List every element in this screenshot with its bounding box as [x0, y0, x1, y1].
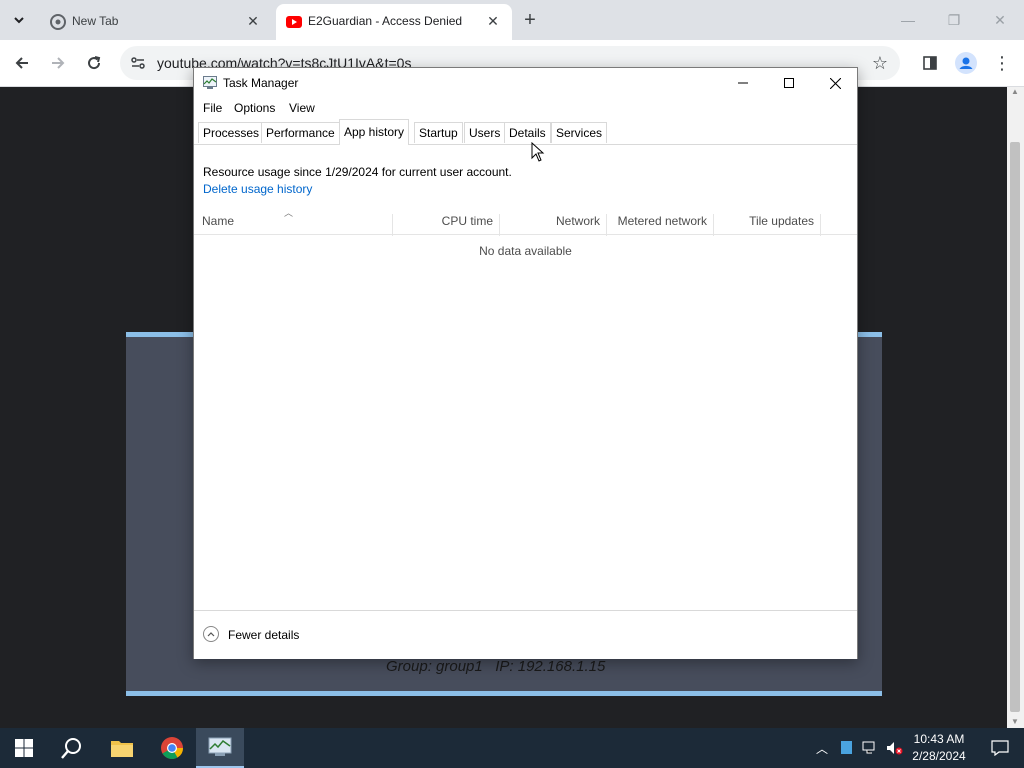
column-metered-network-label: Metered network [617, 214, 707, 228]
column-header-row: ︿ Name CPU time Network Metered network … [194, 208, 857, 236]
column-tile-updates[interactable]: Tile updates [714, 214, 821, 236]
network-icon[interactable] [862, 741, 878, 755]
menu-file[interactable]: File [203, 101, 222, 115]
task-manager-icon [208, 737, 232, 756]
star-icon: ☆ [871, 52, 889, 73]
tab-bar: Processes Performance App history Startu… [194, 119, 857, 145]
start-button[interactable] [0, 728, 48, 768]
scrollbar-thumb[interactable] [1010, 142, 1020, 712]
column-cpu-time[interactable]: CPU time [393, 214, 500, 236]
scroll-down-icon[interactable]: ▼ [1011, 717, 1019, 726]
notification-app-icon[interactable] [841, 741, 852, 754]
avatar-icon [955, 52, 977, 74]
search-button[interactable] [48, 728, 96, 768]
browser-tab-strip: New Tab ✕ E2Guardian - Access Denied ✕ +… [0, 0, 1024, 40]
windows-taskbar: ︿ 10:43 AM 2/28/2024 [0, 728, 1024, 768]
tab-search-button[interactable] [6, 7, 32, 33]
group-ip-line: Group: group1 IP: 192.168.1.15 [386, 658, 606, 675]
maximize-icon [784, 78, 794, 88]
tab-services[interactable]: Services [551, 122, 608, 143]
resource-usage-text: Resource usage since 1/29/2024 for curre… [203, 165, 512, 179]
fewer-details-chevron-up-icon[interactable] [203, 626, 219, 642]
task-manager-titlebar[interactable]: Task Manager [194, 68, 857, 98]
close-tab-icon[interactable]: ✕ [244, 12, 262, 30]
menu-bar: File Options View [194, 98, 857, 118]
clock-date: 2/28/2024 [912, 749, 966, 763]
site-info-icon[interactable] [130, 55, 146, 71]
show-hidden-icons-chevron-icon[interactable]: ︿ [816, 740, 828, 757]
fewer-details-button[interactable]: Fewer details [228, 628, 299, 642]
tab-startup[interactable]: Startup [414, 122, 463, 143]
back-button[interactable] [10, 51, 34, 75]
chrome-taskbar-button[interactable] [148, 728, 196, 768]
close-tab-icon[interactable]: ✕ [484, 12, 502, 30]
browser-tab-access-denied[interactable]: E2Guardian - Access Denied ✕ [276, 4, 512, 40]
side-panel-icon [923, 56, 937, 70]
tab-performance[interactable]: Performance [261, 122, 340, 143]
restore-browser-button[interactable]: ❐ [944, 10, 964, 30]
tab-title: E2Guardian - Access Denied [308, 14, 463, 28]
youtube-icon [286, 16, 302, 28]
windows-logo-icon [15, 739, 33, 757]
column-metered-network[interactable]: Metered network [607, 214, 714, 236]
reload-icon [88, 56, 101, 70]
delete-usage-history-link[interactable]: Delete usage history [203, 182, 312, 196]
reload-button[interactable] [82, 51, 106, 75]
back-arrow-icon [15, 57, 28, 69]
column-name[interactable]: ︿ Name [194, 208, 393, 236]
close-browser-button[interactable]: ✕ [990, 10, 1010, 30]
profile-button[interactable] [954, 51, 978, 75]
sort-caret-icon: ︿ [284, 208, 294, 218]
chrome-icon [50, 14, 66, 30]
tab-processes[interactable]: Processes [198, 122, 265, 143]
new-tab-button[interactable]: + [519, 9, 541, 31]
footer-bar: Fewer details [194, 610, 857, 659]
forward-button[interactable] [46, 51, 70, 75]
task-manager-icon [203, 76, 217, 89]
minimize-icon [738, 82, 748, 84]
close-icon [829, 77, 841, 89]
no-data-message: No data available [479, 244, 572, 258]
scroll-up-icon[interactable]: ▲ [1011, 87, 1019, 96]
clock-time: 10:43 AM [913, 732, 965, 746]
folder-icon [111, 741, 133, 757]
menu-view[interactable]: View [289, 101, 315, 115]
action-center-button[interactable] [976, 728, 1024, 768]
minimize-button[interactable] [720, 68, 766, 98]
column-network-label: Network [555, 214, 600, 228]
side-panel-button[interactable] [918, 51, 942, 75]
close-button[interactable] [812, 68, 858, 98]
maximize-button[interactable] [766, 68, 812, 98]
column-cpu-time-label: CPU time [441, 214, 493, 228]
volume-muted-icon[interactable] [886, 741, 904, 755]
menu-options[interactable]: Options [234, 101, 275, 115]
column-name-label: Name [202, 214, 235, 228]
minimize-browser-button[interactable]: — [898, 10, 918, 30]
chevron-down-icon [14, 17, 24, 24]
column-network[interactable]: Network [500, 214, 607, 236]
browser-tab-new-tab[interactable]: New Tab ✕ [40, 4, 272, 40]
tab-details[interactable]: Details [504, 122, 551, 143]
chrome-icon [161, 737, 183, 759]
window-title: Task Manager [223, 76, 299, 90]
tab-title: New Tab [72, 14, 119, 28]
more-vert-icon: ⋮ [993, 53, 1011, 73]
task-manager-taskbar-button[interactable] [196, 728, 244, 768]
bookmark-button[interactable]: ☆ [868, 51, 892, 75]
file-explorer-button[interactable] [98, 728, 146, 768]
forward-arrow-icon [52, 57, 65, 69]
search-icon [61, 738, 81, 759]
tab-users[interactable]: Users [464, 122, 506, 143]
mouse-cursor-icon [531, 142, 545, 162]
chrome-menu-button[interactable]: ⋮ [990, 51, 1014, 75]
taskbar-clock[interactable]: 10:43 AM 2/28/2024 [906, 731, 972, 765]
chevron-up-icon [207, 632, 215, 637]
notification-icon [991, 740, 1009, 756]
column-tile-updates-label: Tile updates [749, 214, 814, 228]
page-scrollbar[interactable]: ▲ ▼ [1007, 87, 1024, 728]
task-manager-window: Task Manager File Options View Processes… [193, 67, 858, 659]
tab-app-history[interactable]: App history [339, 119, 410, 145]
